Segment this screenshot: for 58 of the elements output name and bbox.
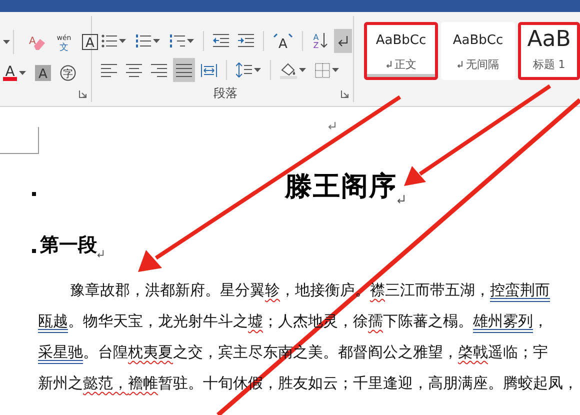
- caret-icon: [19, 70, 26, 74]
- return-mark-icon: [397, 195, 405, 204]
- highlighted-char-button[interactable]: A: [32, 60, 54, 84]
- return-mark-icon: [386, 61, 392, 68]
- caret-icon: [332, 68, 339, 72]
- enclose-character-icon: 字: [60, 64, 76, 80]
- caret-button[interactable]: [0, 30, 14, 54]
- text-direction-button[interactable]: A: [270, 28, 296, 53]
- line-spacing-icon: [236, 62, 252, 78]
- return-mark-icon: [457, 61, 463, 68]
- justify-icon: [176, 64, 192, 77]
- boxed-button[interactable]: A: [79, 30, 101, 54]
- caret-icon: [153, 38, 160, 43]
- caret-icon: [299, 68, 306, 72]
- numbering-icon: [135, 34, 151, 48]
- square-bullet-icon: [32, 249, 36, 253]
- section-heading: 第一段: [40, 233, 97, 258]
- align-right-icon: [151, 64, 167, 77]
- dialog-launcher-icon[interactable]: [341, 90, 349, 98]
- style-preview: AaBbCc: [376, 33, 426, 48]
- caret-icon: [187, 38, 194, 43]
- caret-icon: [119, 38, 126, 43]
- return-mark-icon: [97, 250, 104, 258]
- dialog-launcher-icon[interactable]: [79, 90, 87, 98]
- style-name: 标题 1: [532, 57, 566, 72]
- align-center-icon: [126, 64, 142, 77]
- margin-corner-mark: [0, 127, 39, 154]
- return-mark-icon: [328, 122, 336, 130]
- decrease-indent-icon: [213, 34, 229, 48]
- group-label: 段落: [214, 85, 238, 102]
- character-shading-icon: A: [35, 64, 51, 80]
- document-title: 滕王阁序: [285, 170, 397, 204]
- caret-icon: [3, 40, 10, 44]
- show-marks-button[interactable]: [334, 28, 352, 53]
- style-item[interactable]: AaBbCc 无间隔: [441, 22, 515, 80]
- increase-indent-icon: [238, 34, 254, 48]
- sort-button[interactable]: A Z: [309, 28, 331, 53]
- style-name: 无间隔: [466, 57, 499, 72]
- style-name: 正文: [394, 57, 416, 72]
- style-item[interactable]: AaBbCc 正文: [364, 22, 438, 80]
- style-item[interactable]: AaB 标题 1: [518, 22, 580, 80]
- style-preview: AaB: [527, 27, 571, 52]
- bullets-icon: [101, 34, 117, 48]
- character-border-icon: A: [82, 34, 98, 50]
- multilevel-list-icon: [169, 34, 185, 48]
- style-preview: AaBbCc: [452, 33, 504, 48]
- clear-format-button[interactable]: A: [25, 30, 49, 54]
- justify-button[interactable]: [173, 58, 195, 82]
- enclosed-button[interactable]: 字: [57, 60, 79, 84]
- paragraph-mark-icon: [337, 34, 349, 47]
- paint-bucket-icon: [280, 62, 297, 79]
- font-color-button[interactable]: A: [0, 60, 29, 84]
- caret-icon: [254, 68, 261, 72]
- distributed-icon: [201, 64, 217, 77]
- align-left-icon: [101, 64, 117, 77]
- borders-icon: [315, 62, 330, 78]
- body-text-line: 豫章故郡，洪都新府。星分翼轸，地接衡庐。襟三江而带五湖，控蛮荆而: [69, 280, 551, 301]
- square-bullet-icon: [32, 192, 36, 196]
